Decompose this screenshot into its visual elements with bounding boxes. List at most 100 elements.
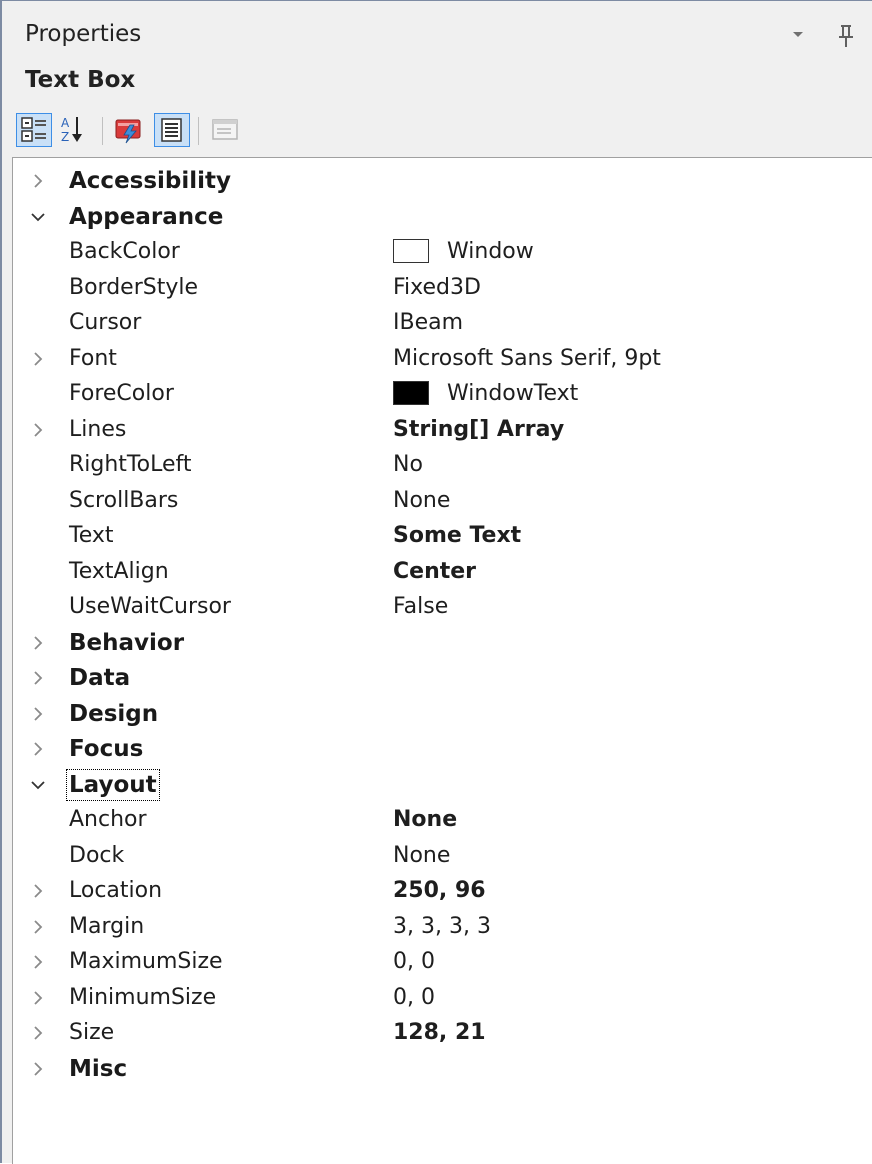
chevron-right-icon[interactable] — [29, 880, 47, 902]
property-row-usewaitcursor[interactable]: UseWaitCursor False — [13, 590, 872, 626]
property-row-text[interactable]: Text Some Text — [13, 519, 872, 555]
category-label: Design — [69, 700, 159, 727]
chevron-right-icon[interactable] — [29, 703, 47, 725]
property-row-font[interactable]: Font Microsoft Sans Serif, 9pt — [13, 342, 872, 378]
property-pages-button[interactable] — [208, 113, 244, 147]
property-grid[interactable]: Accessibility Appearance BackColor Window Bo… — [12, 157, 872, 1164]
property-value-text: None — [393, 807, 458, 832]
chevron-right-icon[interactable] — [29, 348, 47, 370]
property-name: BorderStyle — [69, 274, 199, 300]
property-value[interactable]: 250, 96 — [393, 878, 486, 903]
property-value[interactable]: False — [393, 594, 448, 619]
property-value[interactable]: No — [393, 452, 423, 477]
categorized-view-button[interactable] — [16, 113, 52, 147]
property-value-text: 0, 0 — [393, 984, 435, 1010]
category-label: Behavior — [69, 629, 185, 656]
property-value[interactable]: None — [393, 807, 457, 832]
property-value-text: String[] Array — [393, 416, 565, 442]
property-row-focus[interactable]: Focus — [13, 732, 872, 768]
property-row-borderstyle[interactable]: BorderStyle Fixed3D — [13, 271, 872, 307]
property-row-minimumsize[interactable]: MinimumSize 0, 0 — [13, 981, 872, 1017]
property-row-size[interactable]: Size 128, 21 — [13, 1016, 872, 1052]
property-row-lines[interactable]: Lines String[] Array — [13, 413, 872, 449]
pin-icon[interactable] — [834, 23, 858, 49]
property-value[interactable]: Window — [393, 239, 534, 264]
property-row-forecolor[interactable]: ForeColor WindowText — [13, 377, 872, 413]
property-value[interactable]: Fixed3D — [393, 275, 481, 300]
property-value-text: IBeam — [393, 310, 464, 335]
properties-list-icon — [155, 118, 189, 150]
category-label: Focus — [69, 736, 144, 762]
alphabetical-view-button[interactable]: A Z — [56, 113, 92, 147]
property-row-location[interactable]: Location 250, 96 — [13, 874, 872, 910]
properties-panel: Properties Text Box A Z Accessibility Ap… — [0, 0, 872, 1164]
property-name: RightToLeft — [69, 452, 192, 477]
property-name: Lines — [69, 416, 127, 442]
property-row-accessibility[interactable]: Accessibility — [13, 164, 872, 200]
color-swatch — [393, 381, 429, 405]
property-name: TextAlign — [69, 558, 169, 584]
chevron-right-icon[interactable] — [29, 1022, 47, 1044]
property-value[interactable]: 0, 0 — [393, 949, 435, 974]
chevron-right-icon[interactable] — [29, 738, 47, 760]
property-pages-icon — [208, 119, 242, 149]
events-button[interactable] — [112, 113, 148, 147]
category-label: Appearance — [69, 203, 224, 230]
panel-menu-dropdown-icon[interactable] — [788, 21, 808, 45]
property-name: UseWaitCursor — [69, 594, 231, 619]
sort-az-icon: A Z — [56, 116, 90, 149]
property-row-misc[interactable]: Misc — [13, 1052, 872, 1088]
property-row-design[interactable]: Design — [13, 697, 872, 733]
categorized-icon — [17, 117, 51, 150]
property-name: Font — [69, 345, 117, 371]
property-name: Size — [69, 1020, 115, 1045]
property-value[interactable]: Some Text — [393, 523, 521, 548]
property-value[interactable]: Microsoft Sans Serif, 9pt — [393, 346, 661, 371]
svg-text:Z: Z — [61, 130, 69, 144]
property-value[interactable]: None — [393, 843, 450, 868]
property-row-maximumsize[interactable]: MaximumSize 0, 0 — [13, 945, 872, 981]
properties-toolbar: A Z — [16, 109, 866, 153]
chevron-right-icon[interactable] — [29, 170, 47, 192]
property-name: ScrollBars — [69, 487, 179, 513]
property-row-scrollbars[interactable]: ScrollBars None — [13, 484, 872, 520]
property-value[interactable]: Center — [393, 559, 476, 584]
panel-titlebar: Properties — [2, 1, 872, 61]
property-row-backcolor[interactable]: BackColor Window — [13, 235, 872, 271]
chevron-down-icon[interactable] — [29, 206, 47, 228]
property-value[interactable]: 128, 21 — [393, 1020, 486, 1045]
chevron-right-icon[interactable] — [29, 1058, 47, 1080]
property-value[interactable]: 0, 0 — [393, 985, 435, 1010]
category-label: Layout — [66, 768, 160, 801]
chevron-right-icon[interactable] — [29, 419, 47, 441]
property-row-dock[interactable]: Dock None — [13, 839, 872, 875]
panel-title: Properties — [25, 21, 142, 47]
property-row-data[interactable]: Data — [13, 661, 872, 697]
chevron-right-icon[interactable] — [29, 632, 47, 654]
property-row-righttoleft[interactable]: RightToLeft No — [13, 448, 872, 484]
property-value[interactable]: 3, 3, 3, 3 — [393, 914, 491, 939]
chevron-right-icon[interactable] — [29, 951, 47, 973]
property-row-textalign[interactable]: TextAlign Center — [13, 555, 872, 591]
property-row-anchor[interactable]: Anchor None — [13, 803, 872, 839]
property-value[interactable]: String[] Array — [393, 417, 564, 442]
property-value-text: 128, 21 — [393, 1020, 486, 1045]
chevron-right-icon[interactable] — [29, 667, 47, 689]
property-value-text: Fixed3D — [393, 274, 481, 300]
category-label: Accessibility — [69, 168, 232, 194]
property-row-behavior[interactable]: Behavior — [13, 626, 872, 662]
property-row-cursor[interactable]: Cursor IBeam — [13, 306, 872, 342]
properties-button[interactable] — [154, 113, 190, 147]
property-row-margin[interactable]: Margin 3, 3, 3, 3 — [13, 910, 872, 946]
property-name: MaximumSize — [69, 949, 223, 974]
property-value-text: None — [393, 487, 451, 513]
property-row-layout[interactable]: Layout — [13, 768, 872, 804]
property-value[interactable]: WindowText — [393, 381, 578, 406]
property-row-appearance[interactable]: Appearance — [13, 200, 872, 236]
property-value[interactable]: None — [393, 488, 450, 513]
category-label: Data — [69, 665, 131, 691]
chevron-right-icon[interactable] — [29, 916, 47, 938]
property-value[interactable]: IBeam — [393, 310, 463, 335]
chevron-right-icon[interactable] — [29, 987, 47, 1009]
chevron-down-icon[interactable] — [29, 774, 47, 796]
